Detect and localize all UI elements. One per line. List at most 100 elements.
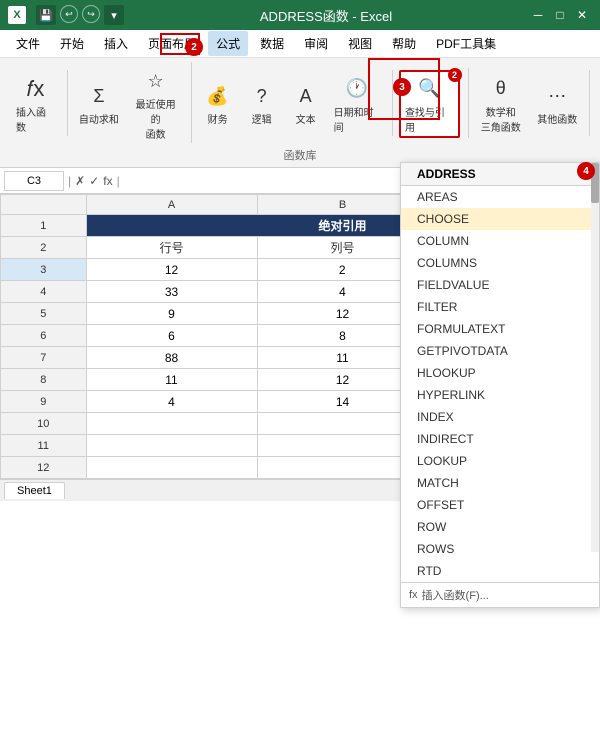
cell-reference-input[interactable] bbox=[4, 171, 64, 191]
insert-formula-icon[interactable]: fx bbox=[103, 174, 112, 188]
row-header-10: 10 bbox=[1, 413, 87, 435]
window-controls: ─ □ ✕ bbox=[528, 5, 592, 25]
dropdown-item-hlookup[interactable]: HLOOKUP bbox=[401, 362, 599, 384]
row-header-12: 12 bbox=[1, 457, 87, 479]
dropdown-item-offset[interactable]: OFFSET bbox=[401, 494, 599, 516]
dropdown-item-address[interactable]: ADDRESS bbox=[401, 163, 599, 186]
dropdown-item-match[interactable]: MATCH bbox=[401, 472, 599, 494]
menu-view[interactable]: 视图 bbox=[340, 31, 380, 56]
dropdown-item-columns[interactable]: COLUMNS bbox=[401, 252, 599, 274]
text-icon: A bbox=[291, 81, 321, 111]
dropdown-item-row[interactable]: ROW bbox=[401, 516, 599, 538]
logic-button[interactable]: ? 逻辑 bbox=[242, 79, 282, 128]
dropdown-item-indirect[interactable]: INDIRECT bbox=[401, 428, 599, 450]
lookup-dropdown: ADDRESS AREAS CHOOSE COLUMN COLUMNS FIEL… bbox=[400, 162, 600, 608]
col-header-a[interactable]: A bbox=[86, 195, 257, 215]
undo-button[interactable]: ↩ bbox=[60, 5, 78, 23]
autosum-button[interactable]: Σ 自动求和 bbox=[74, 79, 124, 128]
dropdown-item-rtd[interactable]: RTD bbox=[401, 560, 599, 582]
cell-a3[interactable]: 12 bbox=[86, 259, 257, 281]
autosum-icon: Σ bbox=[84, 81, 114, 111]
dropdown-footer-insert-function[interactable]: fx 插入函数(F)... bbox=[401, 582, 599, 607]
close-button[interactable]: ✕ bbox=[572, 5, 592, 25]
text-label: 文本 bbox=[296, 111, 316, 126]
dropdown-item-areas[interactable]: AREAS bbox=[401, 186, 599, 208]
datetime-icon: 🕐 bbox=[342, 74, 372, 104]
logic-label: 逻辑 bbox=[252, 111, 272, 126]
autosum-label: 自动求和 bbox=[79, 111, 119, 126]
recent-functions-button[interactable]: ☆ 最近使用的 函数 bbox=[128, 64, 183, 143]
sheet-tab-1[interactable]: Sheet1 bbox=[4, 482, 65, 499]
cell-a6[interactable]: 6 bbox=[86, 325, 257, 347]
dropdown-item-column[interactable]: COLUMN bbox=[401, 230, 599, 252]
ribbon-group-insert: 𝑓x 插入函数 bbox=[8, 70, 68, 136]
badge-lookup-btn: 3 bbox=[393, 78, 411, 96]
dropdown-item-formulatext[interactable]: FORMULATEXT bbox=[401, 318, 599, 340]
ribbon-btns-math: θ 数学和 三角函数 ⋯ 其他函数 bbox=[473, 72, 582, 136]
ribbon-group-autosum: Σ 自动求和 ☆ 最近使用的 函数 bbox=[70, 62, 192, 143]
menu-insert[interactable]: 插入 bbox=[96, 31, 136, 56]
other-functions-button[interactable]: ⋯ 其他函数 bbox=[532, 79, 582, 128]
dropdown-item-choose[interactable]: CHOOSE bbox=[401, 208, 599, 230]
footer-fx-icon: fx bbox=[409, 589, 418, 601]
cancel-formula-icon[interactable]: ✗ bbox=[75, 174, 85, 188]
badge-formula-tab: 2 bbox=[185, 38, 203, 56]
open-button[interactable]: ▾ bbox=[104, 5, 124, 25]
ribbon-btns-autosum: Σ 自动求和 ☆ 最近使用的 函数 bbox=[74, 64, 183, 143]
ribbon-group-finance: 💰 财务 ? 逻辑 A 文本 🕐 日期和时间 bbox=[194, 70, 393, 136]
save-button[interactable]: 💾 bbox=[36, 5, 56, 25]
other-label: 其他函数 bbox=[537, 111, 577, 126]
ribbon-content: 𝑓x 插入函数 Σ 自动求和 ☆ 最近使用的 函数 bbox=[8, 62, 592, 145]
ribbon-btns-finance: 💰 财务 ? 逻辑 A 文本 🕐 日期和时间 bbox=[198, 72, 385, 136]
maximize-button[interactable]: □ bbox=[550, 5, 570, 25]
badge-address: 4 bbox=[577, 162, 595, 180]
finance-button[interactable]: 💰 财务 bbox=[198, 79, 238, 128]
cell-a11[interactable] bbox=[86, 435, 257, 457]
menu-file[interactable]: 文件 bbox=[8, 31, 48, 56]
ribbon: 𝑓x 插入函数 Σ 自动求和 ☆ 最近使用的 函数 bbox=[0, 58, 600, 168]
dropdown-item-filter[interactable]: FILTER bbox=[401, 296, 599, 318]
dropdown-item-index[interactable]: INDEX bbox=[401, 406, 599, 428]
menu-formula[interactable]: 公式 bbox=[208, 31, 248, 56]
dropdown-scrollbar[interactable] bbox=[591, 163, 599, 552]
dropdown-item-rows[interactable]: ROWS bbox=[401, 538, 599, 560]
menu-pdf[interactable]: PDF工具集 bbox=[428, 31, 504, 56]
finance-icon: 💰 bbox=[203, 81, 233, 111]
ribbon-group-math: θ 数学和 三角函数 ⋯ 其他函数 bbox=[471, 70, 590, 136]
dropdown-item-lookup[interactable]: LOOKUP bbox=[401, 450, 599, 472]
formula-bar-sep1: | bbox=[68, 174, 71, 188]
datetime-label: 日期和时间 bbox=[334, 104, 381, 134]
formula-bar-sep2: | bbox=[117, 174, 120, 188]
cell-a5[interactable]: 9 bbox=[86, 303, 257, 325]
ribbon-btns-insert: 𝑓x 插入函数 bbox=[12, 72, 59, 136]
finance-label: 财务 bbox=[208, 111, 228, 126]
menu-data[interactable]: 数据 bbox=[252, 31, 292, 56]
cell-a12[interactable] bbox=[86, 457, 257, 479]
confirm-formula-icon[interactable]: ✓ bbox=[89, 174, 99, 188]
dropdown-item-fieldvalue[interactable]: FIELDVALUE bbox=[401, 274, 599, 296]
minimize-button[interactable]: ─ bbox=[528, 5, 548, 25]
redo-button[interactable]: ↪ bbox=[82, 5, 100, 23]
math-label: 数学和 三角函数 bbox=[481, 104, 521, 134]
cell-a4[interactable]: 33 bbox=[86, 281, 257, 303]
cell-a10[interactable] bbox=[86, 413, 257, 435]
math-button[interactable]: θ 数学和 三角函数 bbox=[473, 72, 528, 136]
menu-home[interactable]: 开始 bbox=[52, 31, 92, 56]
cell-a2[interactable]: 行号 bbox=[86, 237, 257, 259]
dropdown-item-hyperlink[interactable]: HYPERLINK bbox=[401, 384, 599, 406]
menu-bar: 文件 开始 插入 页面布局 公式 数据 审阅 视图 帮助 PDF工具集 bbox=[0, 30, 600, 58]
cell-a9[interactable]: 4 bbox=[86, 391, 257, 413]
cell-a8[interactable]: 11 bbox=[86, 369, 257, 391]
menu-help[interactable]: 帮助 bbox=[384, 31, 424, 56]
cell-a7[interactable]: 88 bbox=[86, 347, 257, 369]
menu-review[interactable]: 审阅 bbox=[296, 31, 336, 56]
other-icon: ⋯ bbox=[542, 81, 572, 111]
datetime-button[interactable]: 🕐 日期和时间 bbox=[330, 72, 385, 136]
text-button[interactable]: A 文本 bbox=[286, 79, 326, 128]
dropdown-item-getpivotdata[interactable]: GETPIVOTDATA bbox=[401, 340, 599, 362]
lookup-label: 查找与引用 bbox=[405, 104, 454, 134]
insert-function-icon: 𝑓x bbox=[20, 74, 50, 104]
row-header-7: 7 bbox=[1, 347, 87, 369]
row-header-4: 4 bbox=[1, 281, 87, 303]
insert-function-button[interactable]: 𝑓x 插入函数 bbox=[12, 72, 59, 136]
